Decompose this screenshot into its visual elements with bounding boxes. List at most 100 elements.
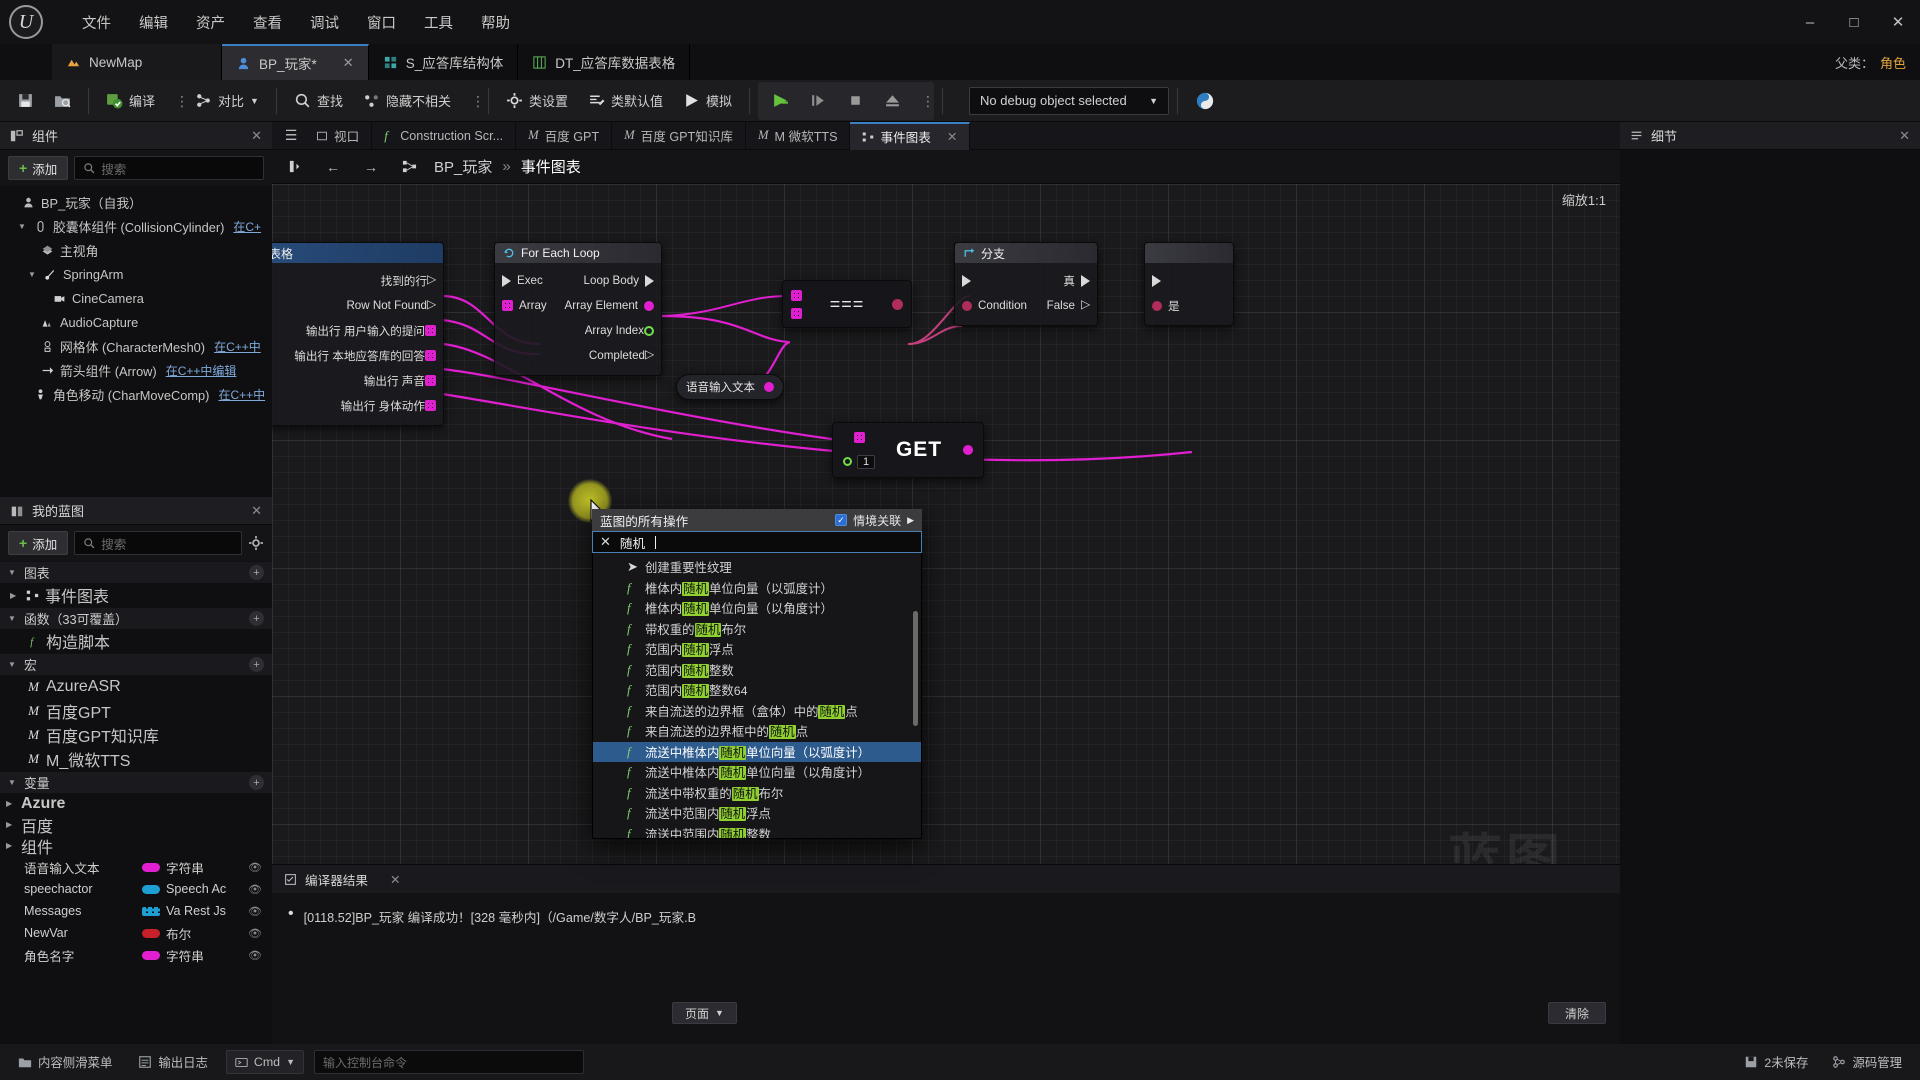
exec-out-pin-icon[interactable]: [1081, 297, 1090, 312]
back-arrow-icon[interactable]: ←: [320, 155, 346, 179]
component-row-charmove[interactable]: 角色移动 (CharMoveComp) 在C++中: [0, 382, 272, 406]
tree-arrow-right-icon[interactable]: [6, 799, 16, 808]
stop-button[interactable]: [838, 84, 873, 118]
tab-newmap[interactable]: NewMap: [52, 44, 222, 80]
clear-x-icon[interactable]: ✕: [600, 534, 611, 550]
component-row-springarm[interactable]: SpringArm: [0, 262, 272, 286]
menu-edit[interactable]: 编辑: [125, 8, 182, 37]
node-foreach-loop[interactable]: For Each Loop Exec Loop Body Array Array…: [494, 242, 662, 376]
page-selector-button[interactable]: 页面 ▼: [672, 1002, 737, 1024]
visibility-toggle-icon[interactable]: 👁: [248, 861, 272, 874]
play-button[interactable]: [762, 84, 799, 118]
node-get[interactable]: 1 GET: [832, 422, 984, 478]
close-icon[interactable]: ✕: [390, 872, 401, 887]
step-button[interactable]: [801, 84, 836, 118]
action-menu-item[interactable]: f 流送中范围内随机浮点: [593, 803, 921, 824]
components-search-input[interactable]: 搜索: [74, 156, 264, 180]
add-function-button[interactable]: +: [249, 611, 264, 626]
node-pin-row[interactable]: 是: [1145, 293, 1233, 318]
node-datatable[interactable]: 库数据表格 找到的行 Row Not Found 输出行 用户输入的提问: [272, 242, 444, 426]
tree-arrow-down-icon[interactable]: [8, 778, 18, 787]
tab-close-icon[interactable]: ✕: [343, 55, 354, 71]
eject-button[interactable]: [875, 84, 910, 118]
class-defaults-button[interactable]: 类默认值: [579, 84, 672, 118]
menu-view[interactable]: 查看: [239, 8, 296, 37]
string-out-pin-icon[interactable]: [764, 382, 774, 392]
action-menu-item[interactable]: f 范围内随机整数: [593, 660, 921, 681]
node-get-index[interactable]: 1: [857, 454, 876, 469]
close-icon[interactable]: ✕: [947, 129, 958, 144]
parent-class-value[interactable]: 角色: [1880, 53, 1906, 72]
cpp-link[interactable]: 在C++中: [218, 386, 265, 403]
bool-in-pin-icon[interactable]: [962, 300, 972, 311]
variable-row[interactable]: speechactor Speech Ac 👁: [0, 878, 272, 900]
node-pin-row[interactable]: 真: [955, 268, 1097, 293]
graph-menu-icon[interactable]: [282, 155, 308, 179]
settings-gear-icon[interactable]: [248, 535, 264, 551]
visibility-toggle-icon[interactable]: 👁: [248, 905, 272, 918]
bool-out-pin-icon[interactable]: [891, 298, 903, 310]
node-pin-row[interactable]: Completed: [495, 343, 661, 368]
graph-item-eventgraph[interactable]: 事件图表: [0, 583, 272, 607]
node-pin-row[interactable]: 输出行 身体动作: [272, 393, 443, 418]
node-pin-row[interactable]: Array Array Element: [495, 293, 661, 318]
save-button[interactable]: [8, 84, 43, 118]
unsaved-items-button[interactable]: 2未保存: [1736, 1049, 1816, 1075]
menu-help[interactable]: 帮助: [467, 8, 524, 37]
play-options-button[interactable]: ⋮: [912, 84, 935, 118]
menu-asset[interactable]: 资产: [182, 8, 239, 37]
array-out-pin-icon[interactable]: [425, 350, 436, 361]
hide-unrelated-button[interactable]: 隐藏不相关: [354, 84, 460, 118]
variable-row[interactable]: NewVar 布尔 👁: [0, 922, 272, 944]
class-settings-button[interactable]: 类设置: [497, 84, 577, 118]
console-command-input[interactable]: 输入控制台命令: [314, 1050, 584, 1074]
hide-unrelated-options-button[interactable]: ⋮: [462, 84, 485, 118]
component-row-root[interactable]: BP_玩家（自我）: [0, 190, 272, 214]
platforms-button[interactable]: [1186, 84, 1224, 118]
action-menu-list[interactable]: ➤ 创建重要性纹理 f 椎体内随机单位向量（以弧度计） f 椎体内随机单位向量（…: [592, 553, 922, 839]
tab-struct[interactable]: S_应答库结构体: [369, 44, 519, 80]
exec-out-pin-icon[interactable]: [1081, 274, 1090, 287]
tree-arrow-right-icon[interactable]: [6, 841, 16, 850]
gtab-viewport[interactable]: 视口: [304, 121, 373, 150]
var-category-components[interactable]: 组件: [0, 835, 272, 857]
tree-arrow-right-icon[interactable]: [10, 591, 20, 600]
close-icon[interactable]: ✕: [251, 503, 262, 519]
array-in-pin-icon[interactable]: [502, 300, 513, 311]
variable-row[interactable]: Messages Va Rest Js 👁: [0, 900, 272, 922]
node-branch[interactable]: 分支 真 Condition False: [954, 242, 1098, 326]
section-macros[interactable]: 宏 +: [0, 653, 272, 675]
var-category-azure[interactable]: Azure: [0, 793, 272, 814]
array-out-pin-icon[interactable]: [425, 400, 436, 411]
output-log-button[interactable]: 输出日志: [130, 1049, 216, 1075]
array-out-pin-icon[interactable]: [425, 375, 436, 386]
node-pin-row[interactable]: [1145, 268, 1233, 293]
add-component-button[interactable]: + 添加: [8, 156, 69, 180]
node-pin-row[interactable]: Array Index: [495, 318, 661, 343]
int-in-pin-icon[interactable]: [843, 457, 852, 466]
browse-content-button[interactable]: [45, 84, 80, 118]
component-row-mainview[interactable]: 主视角: [0, 238, 272, 262]
node-pin-row[interactable]: 输出行 声音: [272, 368, 443, 393]
exec-in-pin-icon[interactable]: [502, 274, 511, 287]
action-menu-item[interactable]: f 椎体内随机单位向量（以弧度计）: [593, 578, 921, 599]
action-menu-item[interactable]: f 椎体内随机单位向量（以角度计）: [593, 598, 921, 619]
close-icon[interactable]: ✕: [1899, 128, 1910, 144]
gtab-event-graph[interactable]: 事件图表 ✕: [850, 121, 971, 150]
cpp-link[interactable]: 在C++中: [214, 338, 261, 355]
action-menu-item[interactable]: f 范围内随机整数64: [593, 680, 921, 701]
exec-out-pin-icon[interactable]: [645, 347, 654, 362]
int-out-pin-icon[interactable]: [644, 325, 654, 336]
chevron-right-icon[interactable]: ▶: [907, 515, 914, 526]
action-menu-item[interactable]: f 范围内随机浮点: [593, 639, 921, 660]
section-variables[interactable]: 变量 +: [0, 771, 272, 793]
cpp-link[interactable]: 在C++中编辑: [166, 362, 237, 379]
node-pin-row[interactable]: Row Not Found: [272, 293, 443, 318]
visibility-toggle-icon[interactable]: 👁: [248, 949, 272, 962]
tab-bp-player[interactable]: BP_玩家* ✕: [222, 44, 369, 80]
tab-datatable[interactable]: DT_应答库数据表格: [518, 44, 691, 80]
menu-window[interactable]: 窗口: [353, 8, 410, 37]
debug-object-select[interactable]: No debug object selected ▼: [969, 86, 1170, 115]
compiler-message-row[interactable]: • [0118.52]BP_玩家 编译成功！[328 毫秒内]（/Game/数字…: [288, 906, 1604, 926]
add-graph-button[interactable]: +: [249, 565, 264, 580]
